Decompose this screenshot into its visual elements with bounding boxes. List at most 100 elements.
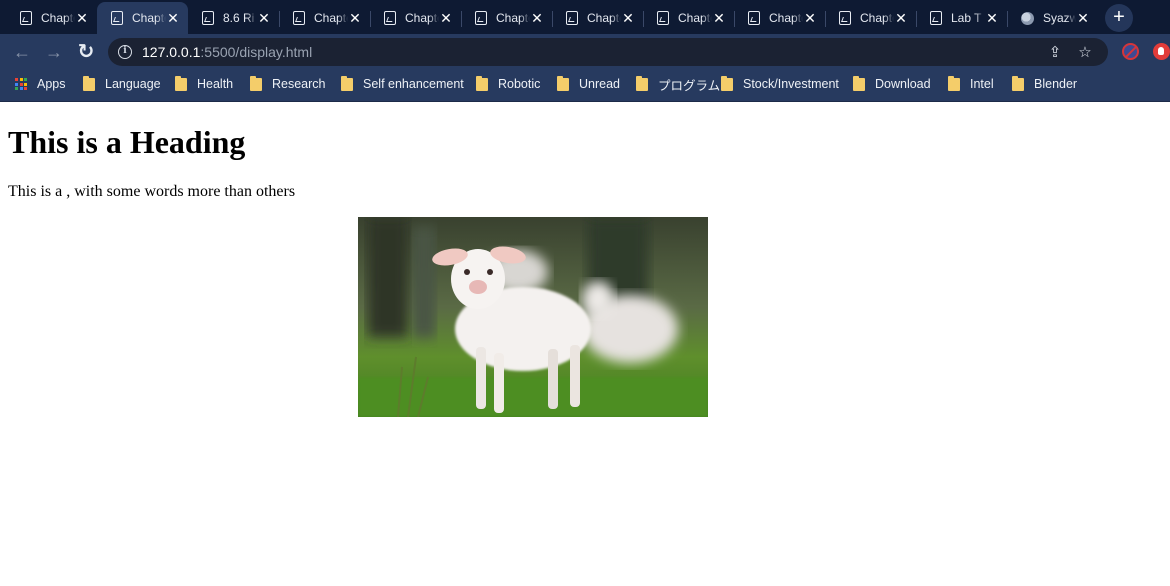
- tab-1[interactable]: Chapter✕: [97, 2, 188, 34]
- url-path: :5500/display.html: [200, 44, 313, 60]
- apps-grid-icon: [15, 78, 27, 90]
- bookmark-apps[interactable]: Apps: [15, 70, 66, 98]
- tab-title: Chapter: [132, 11, 166, 25]
- document-icon: [111, 11, 123, 25]
- browser-toolbar: ← → ↻ i 127.0.0.1:5500/display.html ⇪ ☆: [0, 34, 1170, 70]
- bookmarks-bar: Apps Language Health Research Self enhan…: [0, 70, 1170, 102]
- bookmark-label: Research: [272, 77, 326, 91]
- info-icon[interactable]: i: [118, 45, 132, 59]
- new-tab-button[interactable]: +: [1105, 4, 1133, 32]
- star-icon[interactable]: ☆: [1070, 43, 1100, 61]
- tab-9[interactable]: Chapter✕: [825, 3, 916, 33]
- extension-hand-icon[interactable]: [1153, 43, 1170, 60]
- url-host: 127.0.0.1: [142, 44, 201, 60]
- page-paragraph: This is a , with some words more than ot…: [8, 183, 296, 200]
- tab-title: Syazw: [1043, 11, 1076, 25]
- close-icon[interactable]: ✕: [75, 11, 89, 25]
- tab-2[interactable]: 8.6 Ri ✕: [188, 3, 279, 33]
- bookmark-folder-stock-investment[interactable]: Stock/Investment: [721, 70, 839, 98]
- tab-8[interactable]: Chapter✕: [734, 3, 825, 33]
- document-icon: [566, 11, 578, 25]
- tab-strip: Chapter✕ Chapter✕ 8.6 Ri✕ Chapter✕ Chapt…: [0, 0, 1170, 34]
- tab-6[interactable]: Chapter✕: [552, 3, 643, 33]
- document-icon: [657, 11, 669, 25]
- close-icon[interactable]: ✕: [257, 11, 271, 25]
- extension-blocker-icon[interactable]: [1122, 43, 1139, 60]
- document-icon: [384, 11, 396, 25]
- address-bar[interactable]: i 127.0.0.1:5500/display.html ⇪ ☆: [108, 38, 1108, 66]
- bookmark-label: Intel: [970, 77, 994, 91]
- tab-7[interactable]: Chapter✕: [643, 3, 734, 33]
- document-icon: [475, 11, 487, 25]
- bookmark-folder-research[interactable]: Research: [250, 70, 326, 98]
- tab-title: Chapter: [678, 11, 712, 25]
- reload-button[interactable]: ↻: [72, 38, 100, 66]
- bookmark-label: Health: [197, 77, 234, 91]
- tab-title: Chapter: [314, 11, 348, 25]
- folder-icon: [636, 75, 648, 91]
- web-page: This is a Heading This is a , with some …: [0, 103, 1170, 586]
- tab-4[interactable]: Chapter✕: [370, 3, 461, 33]
- bookmark-folder-language[interactable]: Language: [83, 70, 161, 98]
- bookmark-folder-program[interactable]: プログラム: [636, 70, 720, 98]
- bookmark-label: Stock/Investment: [743, 77, 839, 91]
- back-button[interactable]: ←: [8, 38, 36, 66]
- close-icon[interactable]: ✕: [712, 11, 726, 25]
- bookmark-label: プログラム: [658, 78, 721, 93]
- document-icon: [839, 11, 851, 25]
- close-icon[interactable]: ✕: [621, 11, 635, 25]
- close-icon[interactable]: ✕: [894, 11, 908, 25]
- tab-title: Chapter: [405, 11, 439, 25]
- close-icon[interactable]: ✕: [439, 11, 453, 25]
- bookmark-label: Robotic: [498, 77, 541, 91]
- folder-icon: [250, 75, 262, 91]
- bookmark-folder-unread[interactable]: Unread: [557, 70, 620, 98]
- bookmark-folder-download[interactable]: Download: [853, 70, 931, 98]
- bookmark-folder-intel[interactable]: Intel: [948, 70, 994, 98]
- tab-11[interactable]: Syazw ✕: [1007, 3, 1098, 33]
- share-icon[interactable]: ⇪: [1040, 43, 1070, 61]
- tab-0[interactable]: Chapter✕: [6, 3, 97, 33]
- tab-5[interactable]: Chapter✕: [461, 3, 552, 33]
- close-icon[interactable]: ✕: [166, 11, 180, 25]
- close-icon[interactable]: ✕: [1076, 11, 1090, 25]
- close-icon[interactable]: ✕: [803, 11, 817, 25]
- close-icon[interactable]: ✕: [985, 11, 999, 25]
- close-icon[interactable]: ✕: [530, 11, 544, 25]
- bookmark-folder-blender[interactable]: Blender: [1012, 70, 1077, 98]
- url-text[interactable]: 127.0.0.1:5500/display.html: [142, 44, 312, 60]
- globe-icon: [1021, 11, 1034, 25]
- folder-icon: [83, 75, 95, 91]
- tab-title: Chapter: [860, 11, 894, 25]
- tab-10[interactable]: Lab T ✕: [916, 3, 1007, 33]
- bookmark-label: Download: [875, 77, 931, 91]
- document-icon: [202, 11, 214, 25]
- lamb-photo: [358, 217, 708, 417]
- folder-icon: [175, 75, 187, 91]
- bookmark-folder-self-enhancement[interactable]: Self enhancement: [341, 70, 464, 98]
- page-heading: This is a Heading: [8, 124, 246, 160]
- tab-3[interactable]: Chapter✕: [279, 3, 370, 33]
- document-icon: [748, 11, 760, 25]
- folder-icon: [948, 75, 960, 91]
- tab-title: Chapter: [769, 11, 803, 25]
- bookmark-label: Language: [105, 77, 161, 91]
- folder-icon: [557, 75, 569, 91]
- bookmark-label: Self enhancement: [363, 77, 464, 91]
- tab-title: Chapter: [496, 11, 530, 25]
- document-icon: [293, 11, 305, 25]
- bookmark-label: Unread: [579, 77, 620, 91]
- folder-icon: [476, 75, 488, 91]
- forward-button[interactable]: →: [40, 38, 68, 66]
- close-icon[interactable]: ✕: [348, 11, 362, 25]
- omnibox-actions: ⇪ ☆: [1040, 38, 1100, 66]
- document-icon: [930, 11, 942, 25]
- tab-title: Lab T: [951, 11, 982, 25]
- bookmark-folder-robotic[interactable]: Robotic: [476, 70, 540, 98]
- folder-icon: [341, 75, 353, 91]
- folder-icon: [721, 75, 733, 91]
- folder-icon: [853, 75, 865, 91]
- tab-title: Chapter: [587, 11, 621, 25]
- folder-icon: [1012, 75, 1024, 91]
- bookmark-folder-health[interactable]: Health: [175, 70, 233, 98]
